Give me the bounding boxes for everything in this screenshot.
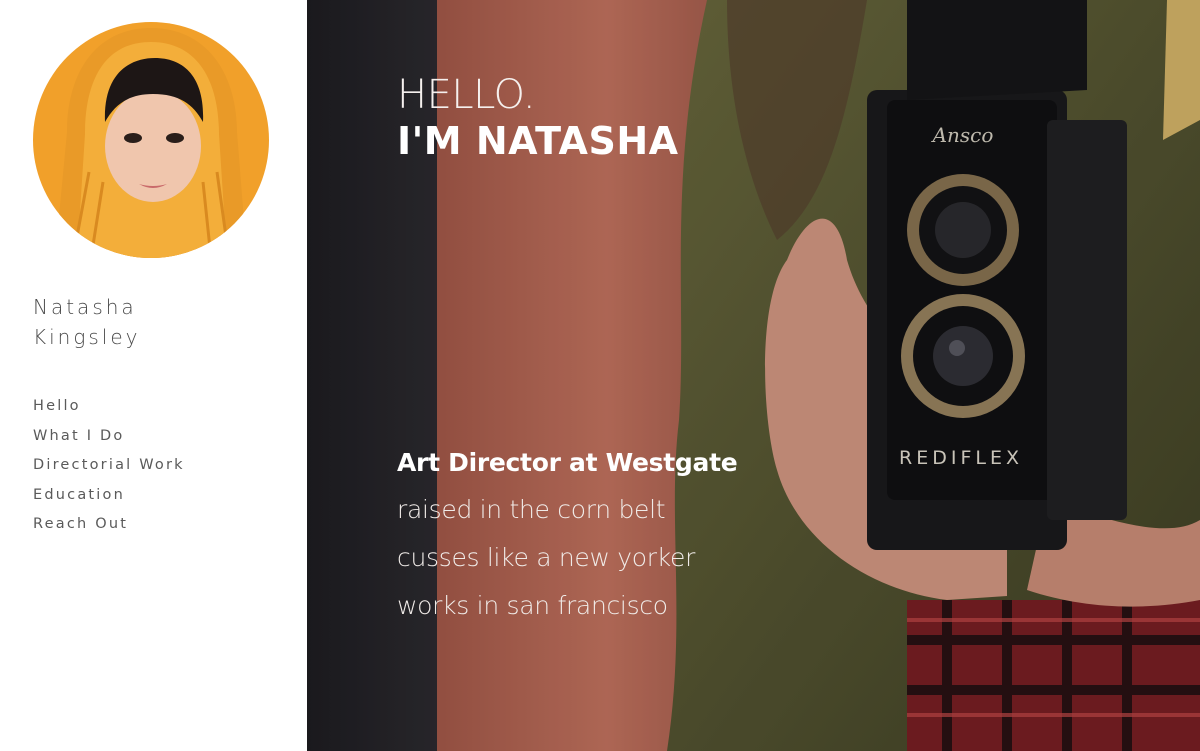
sidebar-nav: Hello What I Do Directorial Work Educati… [33, 392, 185, 540]
hero-greeting: HELLO. I'M NATASHA [397, 72, 679, 164]
sidebar: Natasha Kingsley Hello What I Do Directo… [0, 0, 307, 751]
bio-line: raised in the corn belt [397, 495, 666, 524]
profile-first-name: Natasha [33, 295, 137, 319]
nav-item-what-i-do[interactable]: What I Do [33, 422, 185, 452]
nav-item-directorial-work[interactable]: Directorial Work [33, 451, 185, 481]
avatar[interactable] [33, 22, 269, 258]
greeting-hello: HELLO. [397, 72, 536, 118]
hero-section: Ansco REDIFLEX HELLO. I'M NATASHA Art Di… [307, 0, 1200, 751]
greeting-name: I'M NATASHA [397, 119, 679, 163]
bio-line: works in san francisco [397, 591, 668, 620]
nav-item-education[interactable]: Education [33, 481, 185, 511]
bio-role: Art Director at Westgate [397, 448, 738, 477]
nav-item-hello[interactable]: Hello [33, 392, 185, 422]
hero-bio: Art Director at Westgate raised in the c… [397, 440, 817, 630]
bio-line: cusses like a new yorker [397, 543, 696, 572]
avatar-image [33, 22, 269, 258]
nav-item-reach-out[interactable]: Reach Out [33, 510, 185, 540]
profile-last-name: Kingsley [33, 325, 141, 349]
profile-name: Natasha Kingsley [33, 292, 273, 352]
